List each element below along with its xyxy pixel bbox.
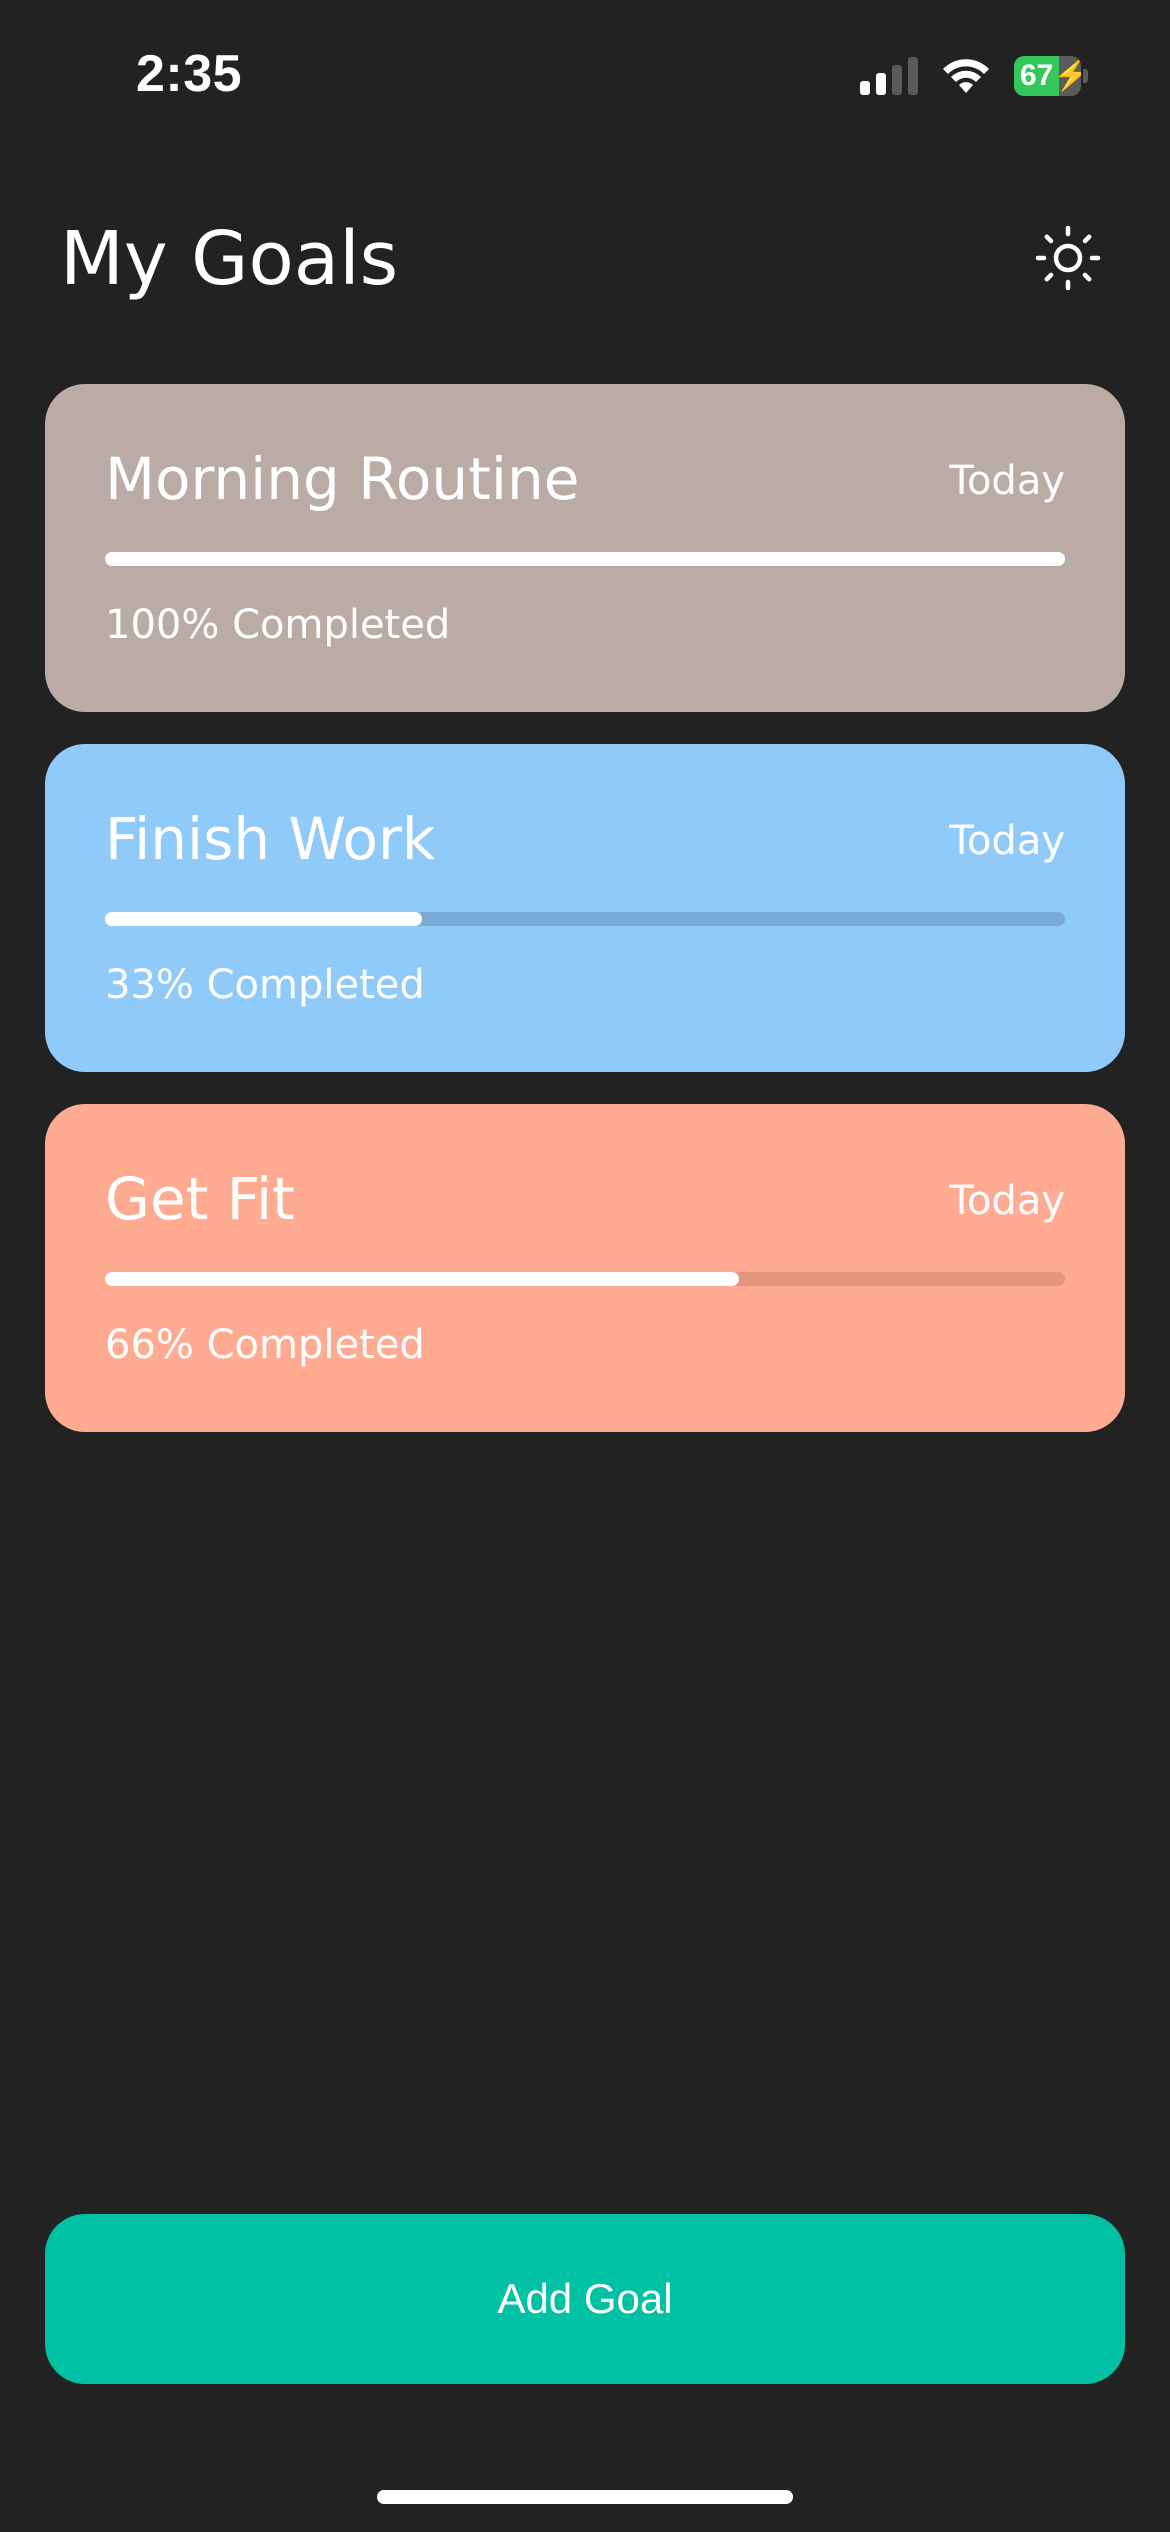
goal-card[interactable]: Get Fit Today 66% Completed xyxy=(45,1104,1125,1432)
home-indicator xyxy=(377,2490,793,2504)
goal-list: Morning Routine Today 100% Completed Fin… xyxy=(45,384,1125,1464)
goal-date: Today xyxy=(949,458,1065,504)
add-goal-button[interactable]: Add Goal xyxy=(45,2214,1125,2384)
progress-fill xyxy=(105,1272,739,1286)
status-bar: 2:35 67⚡ xyxy=(0,0,1170,150)
sun-icon xyxy=(1035,225,1101,291)
progress-bar xyxy=(105,912,1065,926)
cellular-signal-icon xyxy=(860,57,918,95)
battery-charging-icon: 67⚡ xyxy=(1014,56,1088,96)
goal-status: 33% Completed xyxy=(105,962,425,1008)
goal-status: 66% Completed xyxy=(105,1322,425,1368)
page-title: My Goals xyxy=(60,216,399,302)
progress-fill xyxy=(105,552,1065,566)
goal-card[interactable]: Finish Work Today 33% Completed xyxy=(45,744,1125,1072)
goal-title: Finish Work xyxy=(105,805,436,873)
wifi-icon xyxy=(943,59,989,93)
battery-level: 67⚡ xyxy=(1020,59,1082,92)
status-time: 2:35 xyxy=(136,45,243,103)
goal-title: Morning Routine xyxy=(105,445,580,513)
progress-bar xyxy=(105,1272,1065,1286)
progress-bar xyxy=(105,552,1065,566)
goal-date: Today xyxy=(949,1178,1065,1224)
status-icons: 67⚡ xyxy=(860,56,1088,96)
header: My Goals xyxy=(0,210,1170,310)
goal-title: Get Fit xyxy=(105,1165,295,1233)
screen: 2:35 67⚡ My Goals Morning Routine Today … xyxy=(0,0,1170,2532)
theme-toggle-button[interactable] xyxy=(1032,222,1104,294)
goal-date: Today xyxy=(949,818,1065,864)
goal-status: 100% Completed xyxy=(105,602,451,648)
progress-fill xyxy=(105,912,422,926)
goal-card[interactable]: Morning Routine Today 100% Completed xyxy=(45,384,1125,712)
